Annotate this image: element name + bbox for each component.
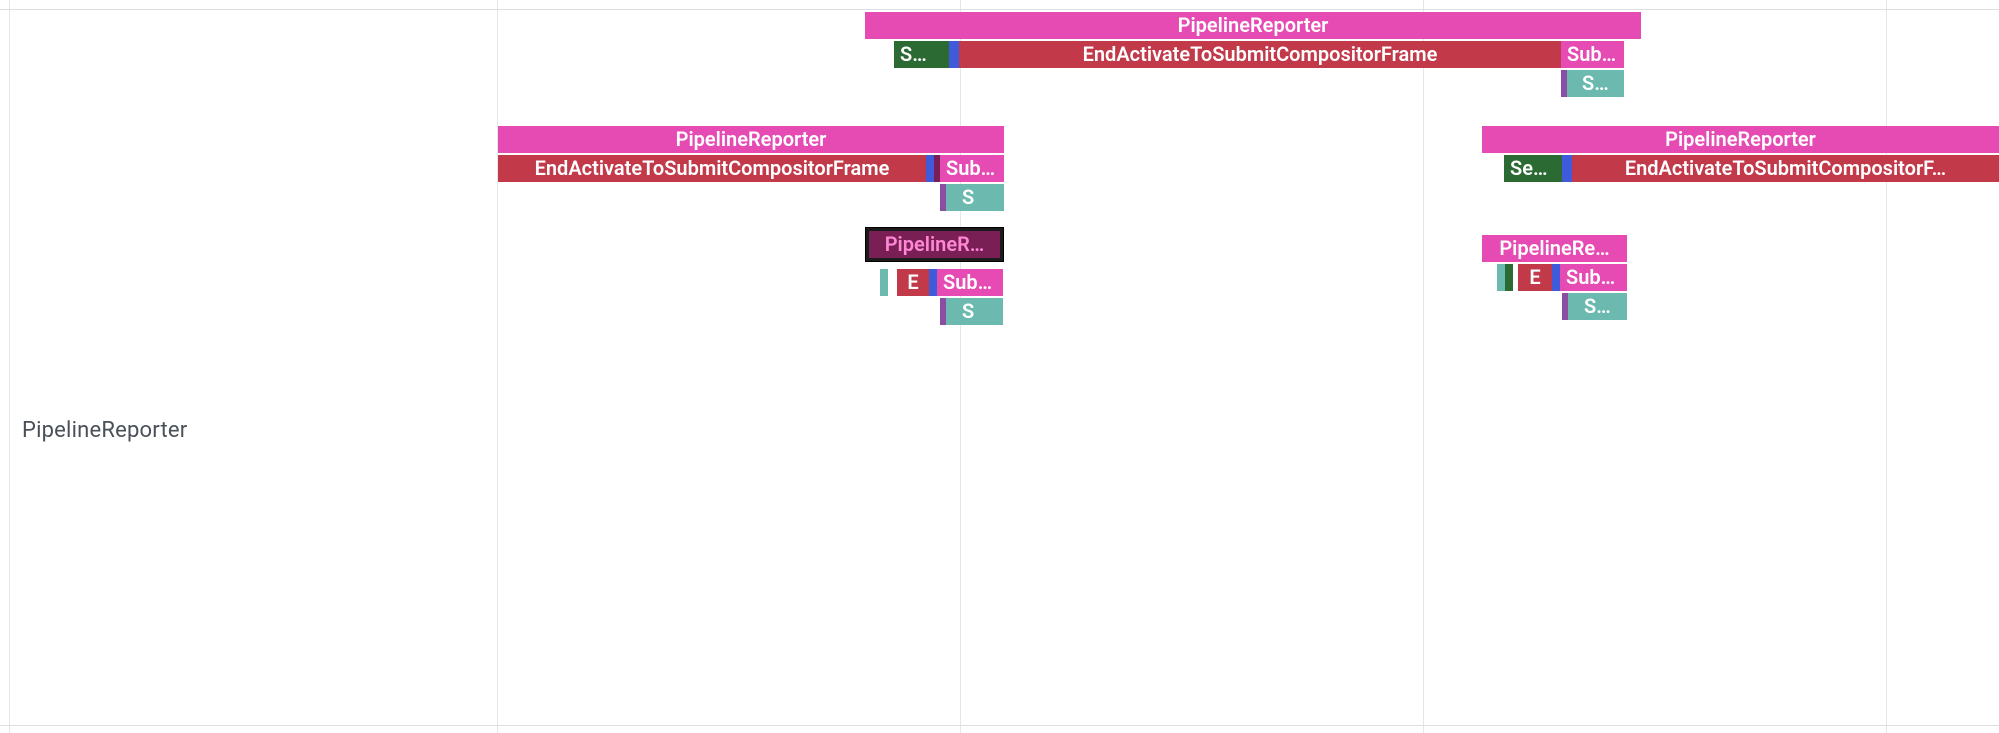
h-divider bbox=[0, 725, 1999, 726]
trace-slice-g2-plum1[interactable] bbox=[934, 155, 940, 182]
trace-slice-g1-sub[interactable]: Sub… bbox=[1561, 41, 1624, 68]
trace-slice-g5-pipe[interactable]: PipelineRe… bbox=[1482, 235, 1627, 262]
row-label-pipeline-reporter: PipelineReporter bbox=[22, 418, 187, 443]
trace-slice-g3-pipe[interactable]: PipelineReporter bbox=[1482, 126, 1999, 153]
grid bbox=[0, 0, 1999, 733]
trace-slice-g5-stripe1[interactable] bbox=[1497, 264, 1505, 291]
trace-slice-g1-teal[interactable]: S… bbox=[1576, 70, 1624, 97]
trace-slice-g4-s[interactable]: S bbox=[956, 298, 1003, 325]
trace-slice-g4-e[interactable]: E bbox=[897, 269, 929, 296]
trace-slice-g3-blue[interactable] bbox=[1562, 155, 1572, 182]
trace-slice-g2-steal[interactable]: S bbox=[956, 184, 1004, 211]
trace-slice-g3-red[interactable]: EndActivateToSubmitCompositorF… bbox=[1572, 155, 1999, 182]
trace-slice-g1-sgreen[interactable]: S… bbox=[894, 41, 949, 68]
trace-slice-g5-e[interactable]: E bbox=[1518, 264, 1552, 291]
trace-slice-g4-blue[interactable] bbox=[929, 269, 937, 296]
trace-viewport[interactable]: PipelineReporter PipelineReporterS…EndAc… bbox=[0, 0, 1999, 733]
trace-slice-g3-segreen[interactable]: Se… bbox=[1504, 155, 1562, 182]
gridline bbox=[1886, 0, 1887, 733]
gridline bbox=[960, 0, 961, 733]
h-divider bbox=[0, 9, 1999, 10]
trace-slice-g5-blue[interactable] bbox=[1552, 264, 1560, 291]
trace-slice-g1-tealpre[interactable] bbox=[1567, 70, 1576, 97]
trace-slice-g2-pipe[interactable]: PipelineReporter bbox=[498, 126, 1004, 153]
trace-slice-g4-tealpre[interactable] bbox=[946, 298, 956, 325]
trace-slice-g5-s[interactable]: S… bbox=[1578, 293, 1627, 320]
gridline bbox=[497, 0, 498, 733]
gridline bbox=[9, 0, 10, 733]
gridline bbox=[1423, 0, 1424, 733]
trace-slice-g5-tealpre[interactable] bbox=[1568, 293, 1578, 320]
trace-slice-g2-sub[interactable]: Sub… bbox=[940, 155, 1004, 182]
trace-slice-g1-pipe[interactable]: PipelineReporter bbox=[865, 12, 1641, 39]
trace-slice-g2-red[interactable]: EndActivateToSubmitCompositorFrame bbox=[498, 155, 926, 182]
trace-slice-g1-blue[interactable] bbox=[949, 41, 959, 68]
trace-slice-g1-red[interactable]: EndActivateToSubmitCompositorFrame bbox=[959, 41, 1561, 68]
trace-slice-g2-tealpre[interactable] bbox=[946, 184, 956, 211]
trace-slice-g5-stripe2[interactable] bbox=[1505, 264, 1513, 291]
trace-slice-g4-pipe[interactable]: PipelineR… bbox=[866, 228, 1003, 261]
trace-slice-g5-sub[interactable]: Sub… bbox=[1560, 264, 1627, 291]
trace-slice-g4-sub[interactable]: Sub… bbox=[937, 269, 1003, 296]
trace-slice-g4-stripe[interactable] bbox=[880, 269, 888, 296]
trace-slice-g2-blue1[interactable] bbox=[926, 155, 934, 182]
